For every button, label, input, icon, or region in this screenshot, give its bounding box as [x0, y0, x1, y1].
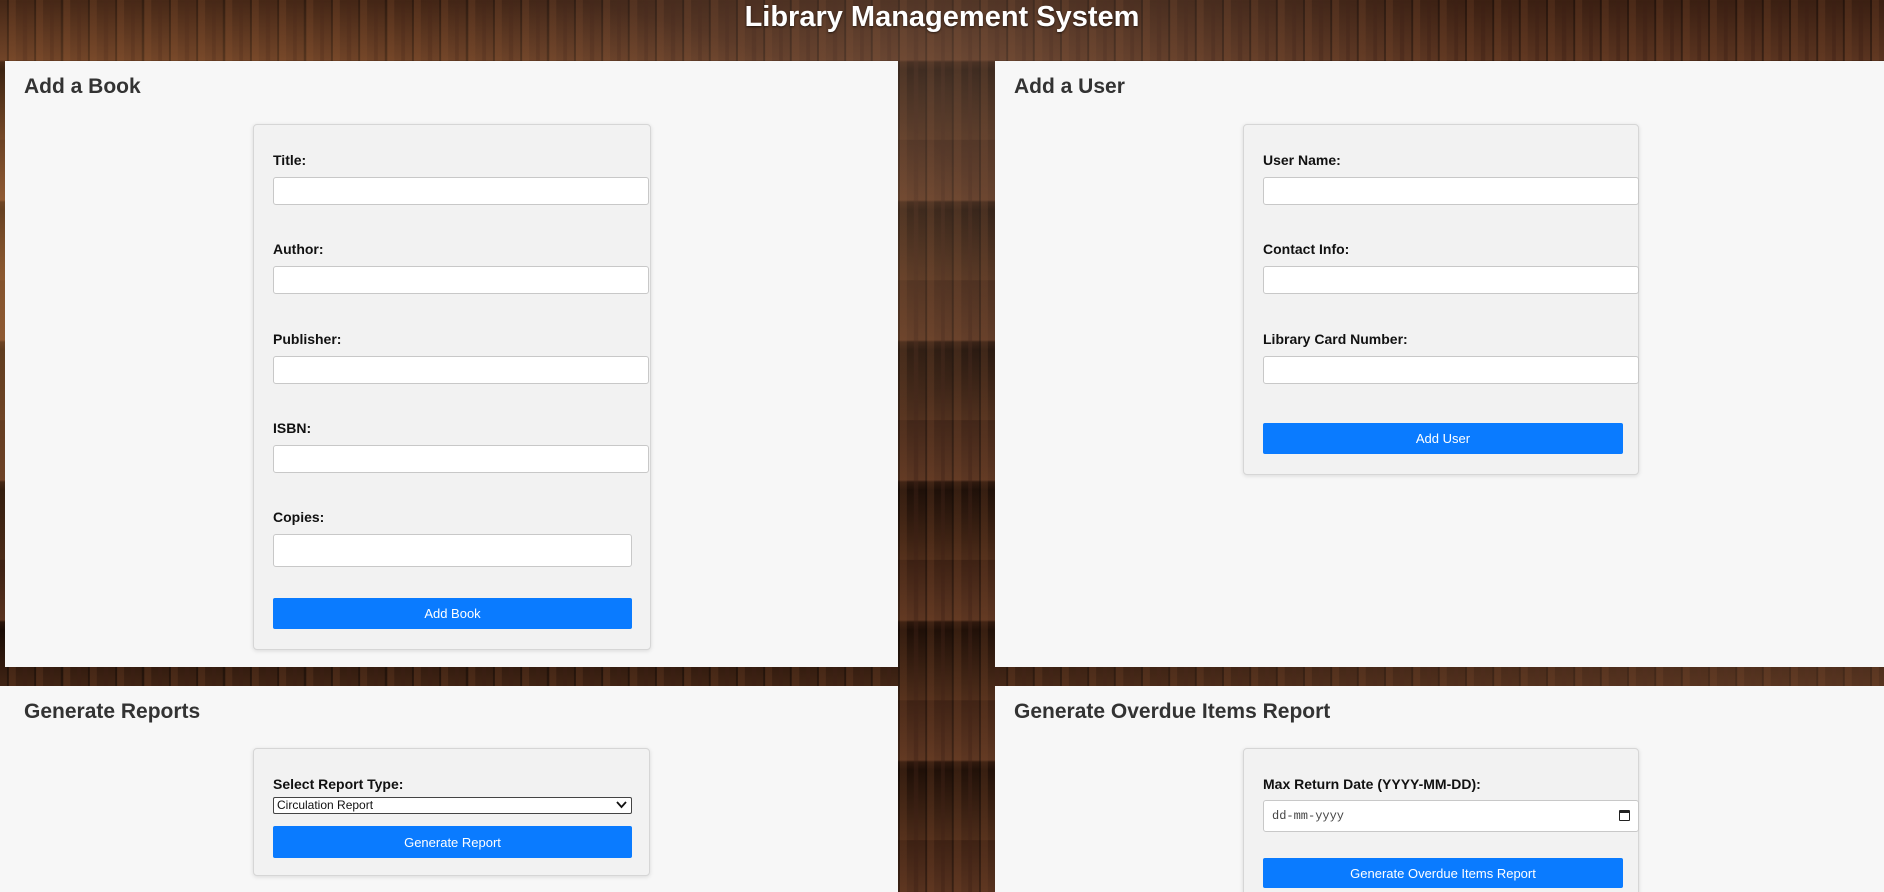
report-type-selected: Circulation Report [277, 798, 374, 812]
overdue-report-title: Generate Overdue Items Report [1014, 700, 1331, 723]
add-book-section: Add a Book Title: Author: Publisher: ISB… [5, 61, 898, 667]
add-user-form: User Name: Contact Info: Library Card Nu… [1243, 124, 1639, 475]
app-title: Library Management System [744, 1, 1140, 33]
add-user-section: Add a User User Name: Contact Info: Libr… [995, 61, 1884, 667]
copies-label: Copies: [273, 509, 325, 525]
generate-reports-form: Select Report Type: Circulation Report G… [253, 748, 650, 876]
user-name-label: User Name: [1263, 152, 1341, 168]
calendar-icon[interactable] [1619, 810, 1630, 821]
add-book-button[interactable]: Add Book [273, 598, 632, 629]
overdue-report-section: Generate Overdue Items Report Max Return… [995, 686, 1884, 892]
overdue-report-form: Max Return Date (YYYY-MM-DD): dd-mm-yyyy… [1243, 748, 1639, 892]
generate-reports-title: Generate Reports [24, 700, 201, 723]
add-user-button[interactable]: Add User [1263, 423, 1623, 454]
library-card-label: Library Card Number: [1263, 331, 1408, 347]
author-input[interactable] [273, 266, 649, 294]
user-name-input[interactable] [1263, 177, 1639, 205]
title-input[interactable] [273, 177, 649, 205]
title-label: Title: [273, 152, 307, 168]
report-type-label: Select Report Type: [273, 776, 404, 792]
library-card-input[interactable] [1263, 356, 1639, 384]
isbn-label: ISBN: [273, 420, 312, 436]
author-label: Author: [273, 241, 324, 257]
max-return-date-label: Max Return Date (YYYY-MM-DD): [1263, 776, 1481, 792]
report-type-select[interactable]: Circulation Report [273, 797, 632, 814]
chevron-down-icon [616, 798, 627, 813]
copies-input[interactable] [273, 534, 632, 567]
contact-info-input[interactable] [1263, 266, 1639, 294]
add-book-title: Add a Book [24, 75, 141, 98]
isbn-input[interactable] [273, 445, 649, 473]
generate-reports-section: Generate Reports Select Report Type: Cir… [0, 686, 898, 892]
max-return-date-input[interactable]: dd-mm-yyyy [1263, 800, 1639, 832]
generate-report-button[interactable]: Generate Report [273, 826, 632, 858]
publisher-input[interactable] [273, 356, 649, 384]
add-user-title: Add a User [1014, 75, 1125, 98]
contact-info-label: Contact Info: [1263, 241, 1350, 257]
add-book-form: Title: Author: Publisher: ISBN: Copies: … [253, 124, 651, 650]
generate-overdue-report-button[interactable]: Generate Overdue Items Report [1263, 858, 1623, 888]
date-placeholder: dd-mm-yyyy [1272, 809, 1345, 823]
publisher-label: Publisher: [273, 331, 342, 347]
